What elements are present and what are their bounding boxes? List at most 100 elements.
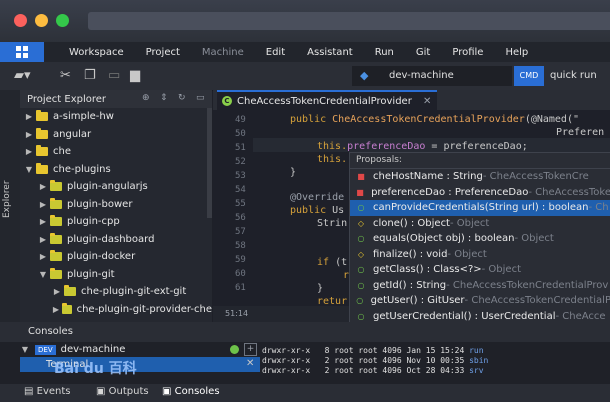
code-line[interactable]: this.preferenceDao = preferenceDao; (317, 141, 528, 152)
menu-help[interactable]: Help (494, 47, 539, 58)
proposal-item[interactable]: ○ canProvideCredentials(String url) : boo… (350, 200, 610, 216)
proposal-item[interactable]: ○ equals(Object obj) : boolean - Object (350, 231, 610, 247)
close-terminal-icon[interactable]: ✕ (246, 358, 254, 369)
chevron-down-icon[interactable]: ▼ (38, 270, 48, 279)
proposal-signature: getUser() : GitUser (370, 295, 465, 307)
menu-assistant[interactable]: Assistant (296, 47, 364, 58)
tree-item[interactable]: ▶ plugin-dashboard (20, 231, 212, 249)
tree-item[interactable]: ▶ plugin-cpp (20, 213, 212, 231)
menu-machine[interactable]: Machine (191, 47, 255, 58)
editor-tab[interactable]: C CheAccessTokenCredentialProvider ✕ (217, 90, 438, 110)
code-line[interactable]: Preferen (556, 127, 604, 138)
folder-icon (36, 127, 48, 139)
chevron-right-icon[interactable]: ▶ (24, 147, 34, 156)
tree-item[interactable]: ▶ plugin-angularjs (20, 178, 212, 196)
editor-tab-label: CheAccessTokenCredentialProvider (237, 96, 412, 107)
tree-item[interactable]: ▶ plugin-bower (20, 196, 212, 214)
cmd-button[interactable]: CMD (514, 66, 544, 86)
refresh-icon[interactable]: ↻ (178, 93, 186, 103)
chevron-right-icon[interactable]: ▶ (38, 182, 48, 191)
menu-git[interactable]: Git (405, 47, 441, 58)
add-terminal-button[interactable]: + (244, 343, 257, 356)
code-line[interactable]: } (290, 167, 296, 178)
tab-outputs[interactable]: ▣ Outputs (96, 386, 149, 397)
close-window-button[interactable] (14, 14, 27, 27)
chevron-right-icon[interactable]: ▶ (38, 200, 48, 209)
tree-item[interactable]: ▼ che-plugins (20, 161, 212, 179)
terminal-output[interactable]: drwxr-xr-x 8 root root 4096 Jan 15 15:24… (262, 346, 488, 376)
proposal-item[interactable]: ◇ finalize() : void - Object (350, 247, 610, 263)
explorer-rail-tab[interactable]: Explorer (2, 181, 12, 218)
line-number: 59 (235, 255, 246, 265)
paste-icon[interactable]: ▭ (108, 68, 120, 83)
cut-icon[interactable]: ✂ (60, 68, 71, 83)
terminal-dir: sbin (469, 356, 489, 365)
console-machine-row[interactable]: ▼ DEV dev-machine + (20, 342, 260, 357)
collapse-icon[interactable]: ⇕ (160, 93, 168, 103)
quick-run-button[interactable]: quick run (546, 66, 610, 86)
proposal-item[interactable]: ■ cheHostName : String - CheAccessTokenCr… (350, 169, 610, 185)
chevron-right-icon[interactable]: ▶ (52, 287, 62, 296)
cursor-position: 51:14 (225, 309, 249, 318)
method-icon: ○ (357, 265, 365, 275)
proposal-item[interactable]: ◇ clone() : Object - Object (350, 216, 610, 232)
code-line[interactable]: public Us (290, 205, 344, 216)
tree-item[interactable]: ▶ angular (20, 126, 212, 144)
tree-item[interactable]: ▶ a-simple-hw (20, 108, 212, 126)
copy-icon[interactable]: ❐ (84, 68, 96, 83)
proposal-item[interactable]: ○ getClass() : Class<?> - Object (350, 262, 610, 278)
line-number: 58 (235, 241, 246, 251)
proposal-item[interactable]: ■ preferenceDao : PreferenceDao - CheAcce… (350, 185, 610, 201)
tree-item-label: che-plugin-git-ext-git (81, 286, 187, 298)
new-project-icon[interactable]: ▰▾ (14, 68, 31, 83)
zoom-window-button[interactable] (56, 14, 69, 27)
tree-item[interactable]: ▶ che-plugin-git-provider-che (20, 301, 212, 319)
tree-item-label: che-plugin-git-provider-che (76, 303, 212, 315)
chevron-down-icon[interactable]: ▼ (20, 345, 30, 354)
proposal-owner: - Ch (588, 202, 609, 214)
menu-run[interactable]: Run (364, 47, 405, 58)
proposal-owner: - CheAccessTokenCre (482, 171, 589, 183)
project-tree-scrollbar[interactable] (207, 108, 212, 218)
app-logo-icon[interactable] (0, 42, 44, 62)
chevron-right-icon[interactable]: ▶ (38, 217, 48, 226)
menu-profile[interactable]: Profile (441, 47, 494, 58)
delete-icon[interactable]: ▆ (130, 68, 140, 83)
chevron-right-icon[interactable]: ▶ (52, 305, 60, 314)
proposal-item[interactable]: ○ getUser() : GitUser - CheAccessTokenCre… (350, 293, 610, 309)
chevron-down-icon[interactable]: ▼ (24, 165, 34, 174)
project-explorer: Project Explorer ⊕ ⇕ ↻ ▭ ▶ a-simple-hw ▶ an… (20, 90, 212, 322)
tree-item-label: plugin-cpp (67, 216, 120, 228)
address-bar[interactable] (88, 12, 610, 30)
method-icon: ○ (357, 234, 365, 244)
menu-edit[interactable]: Edit (255, 47, 296, 58)
code-line[interactable]: public CheAccessTokenCredentialProvider(… (290, 114, 579, 125)
code-line[interactable]: Strin (317, 218, 347, 229)
chevron-right-icon[interactable]: ▶ (38, 235, 48, 244)
chevron-right-icon[interactable]: ▶ (38, 252, 48, 261)
proposals-popup: Proposals: ■ cheHostName : String - CheAc… (349, 152, 610, 324)
proposal-signature: clone() : Object (373, 217, 450, 229)
code-line[interactable]: this. (317, 154, 347, 165)
minimize-panel-icon[interactable]: ▭ (196, 93, 205, 103)
chevron-right-icon[interactable]: ▶ (24, 112, 34, 121)
menu-bar: Workspace Project Machine Edit Assistant… (0, 42, 610, 62)
close-tab-icon[interactable]: ✕ (423, 96, 431, 107)
proposal-item[interactable]: ○ getId() : String - CheAccessTokenCreden… (350, 278, 610, 294)
code-line[interactable]: @Override (290, 192, 344, 203)
window-titlebar (0, 0, 610, 42)
tree-item[interactable]: ▶ plugin-docker (20, 248, 212, 266)
target-icon[interactable]: ⊕ (142, 93, 150, 103)
code-line[interactable]: } (317, 283, 323, 294)
tree-item[interactable]: ▶ che (20, 143, 212, 161)
code-line[interactable]: if (t (317, 257, 347, 268)
proposal-owner: - CheAccessTokenCredentialProv (446, 279, 609, 291)
menu-project[interactable]: Project (135, 47, 191, 58)
chevron-right-icon[interactable]: ▶ (24, 130, 34, 139)
menu-workspace[interactable]: Workspace (58, 47, 135, 58)
tree-item[interactable]: ▶ che-plugin-git-ext-git (20, 283, 212, 301)
tab-consoles[interactable]: ▣ Consoles (162, 386, 220, 397)
tree-item[interactable]: ▼ plugin-git (20, 266, 212, 284)
tab-events[interactable]: ▤ Events (24, 386, 71, 397)
minimize-window-button[interactable] (35, 14, 48, 27)
